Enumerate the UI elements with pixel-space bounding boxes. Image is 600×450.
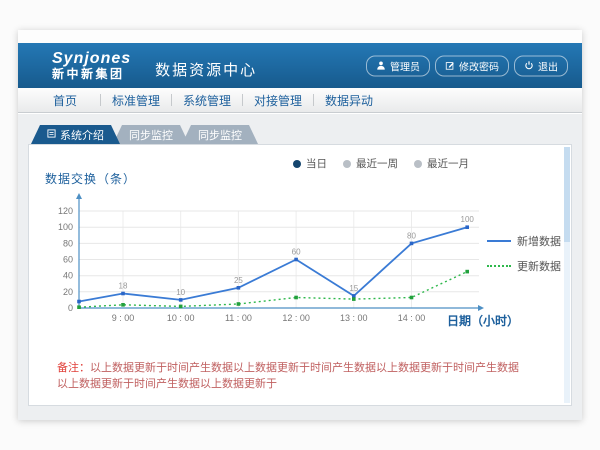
- page-title: 数据资源中心: [155, 51, 257, 80]
- user-menu-power-button[interactable]: 退出: [514, 55, 568, 76]
- svg-text:12 : 00: 12 : 00: [282, 313, 310, 323]
- svg-text:25: 25: [234, 276, 243, 285]
- filter-label: 最近一月: [427, 156, 469, 171]
- svg-text:60: 60: [63, 255, 73, 265]
- x-axis-title: 日期（小时）: [447, 312, 519, 329]
- svg-text:11 : 00: 11 : 00: [225, 313, 252, 323]
- power-icon: [524, 61, 534, 71]
- filter-label: 最近一周: [356, 156, 398, 171]
- tab-bar: 系统介绍 同步监控 同步监控: [31, 125, 251, 144]
- user-menu-user-button[interactable]: 管理员: [366, 55, 430, 76]
- svg-text:9 : 00: 9 : 00: [112, 313, 135, 323]
- svg-text:40: 40: [63, 271, 73, 281]
- legend-line-sample: [487, 240, 511, 242]
- legend-item-1: 新增数据: [487, 233, 561, 249]
- legend-item-2: 更新数据: [487, 258, 561, 274]
- user-menu: 管理员 修改密码 退出: [366, 55, 568, 76]
- content-area: 系统介绍 同步监控 同步监控 当日 最近一周 最近一月 数据交换（条） 0 20 40 60 8…: [18, 114, 582, 420]
- footnote: 备注：以上数据更新于时间产生数据以上数据更新于时间产生数据以上数据更新于时间产生…: [57, 359, 527, 391]
- svg-text:0: 0: [68, 303, 73, 313]
- tab-label: 同步监控: [198, 127, 242, 143]
- logo-subtext: 新中新集团: [52, 68, 131, 81]
- panel-scrollbar[interactable]: [564, 147, 570, 403]
- app-header: Synjones 新中新集团 数据资源中心 管理员 修改密码 退出: [18, 43, 582, 88]
- legend-label: 更新数据: [517, 258, 561, 274]
- legend-line-sample: [487, 265, 511, 267]
- y-axis-title: 数据交换（条）: [45, 170, 136, 187]
- svg-text:10: 10: [176, 288, 185, 297]
- svg-text:100: 100: [58, 222, 73, 232]
- svg-text:20: 20: [63, 287, 73, 297]
- user-menu-label: 管理员: [390, 58, 420, 73]
- legend-label: 新增数据: [517, 233, 561, 249]
- tab-label: 同步监控: [129, 127, 173, 143]
- nav-item-3[interactable]: 系统管理: [172, 92, 242, 109]
- filter-option-1[interactable]: 当日: [293, 156, 327, 171]
- svg-text:13 : 00: 13 : 00: [340, 313, 368, 323]
- filter-option-3[interactable]: 最近一月: [414, 156, 469, 171]
- footnote-label: 备注：: [57, 362, 90, 374]
- chart-panel: 当日 最近一周 最近一月 数据交换（条） 0 20 40 60 80 100 120 9 : 00…: [28, 144, 572, 406]
- chart-legend: 新增数据更新数据: [487, 233, 561, 274]
- svg-text:120: 120: [58, 206, 73, 216]
- edit-icon: [445, 61, 455, 71]
- radio-icon[interactable]: [293, 160, 301, 168]
- window-top-strip: [18, 30, 582, 43]
- svg-text:10 : 00: 10 : 00: [167, 313, 195, 323]
- tab-2[interactable]: 同步监控: [113, 125, 189, 144]
- radio-icon[interactable]: [343, 160, 351, 168]
- app-window: Synjones 新中新集团 数据资源中心 管理员修改密码退出 首页标准管理系统…: [18, 30, 582, 420]
- user-icon: [376, 61, 386, 71]
- tab-3[interactable]: 同步监控: [182, 125, 258, 144]
- filter-label: 当日: [306, 156, 327, 171]
- svg-text:60: 60: [292, 248, 301, 257]
- tab-label: 系统介绍: [60, 127, 104, 143]
- svg-text:100: 100: [461, 215, 475, 224]
- user-menu-label: 修改密码: [459, 58, 499, 73]
- svg-text:18: 18: [119, 282, 128, 291]
- radio-icon[interactable]: [414, 160, 422, 168]
- scrollbar-thumb[interactable]: [564, 147, 570, 242]
- company-logo: Synjones 新中新集团: [52, 51, 131, 80]
- document-icon: [47, 129, 56, 141]
- footnote-text: 以上数据更新于时间产生数据以上数据更新于时间产生数据以上数据更新于时间产生数据以…: [57, 362, 519, 390]
- nav-item-4[interactable]: 对接管理: [243, 92, 313, 109]
- user-menu-label: 退出: [538, 58, 558, 73]
- nav-item-1[interactable]: 首页: [30, 92, 100, 109]
- logo-text: Synjones: [52, 51, 131, 68]
- svg-text:15: 15: [349, 284, 358, 293]
- nav-item-2[interactable]: 标准管理: [101, 92, 171, 109]
- filter-option-2[interactable]: 最近一周: [343, 156, 398, 171]
- nav-item-5[interactable]: 数据异动: [314, 92, 384, 109]
- main-nav: 首页标准管理系统管理对接管理数据异动: [18, 88, 582, 113]
- svg-text:80: 80: [407, 231, 416, 240]
- date-filter-group: 当日 最近一周 最近一月: [293, 156, 469, 171]
- line-chart: 0 20 40 60 80 100 120 9 : 00 10 : 00 11 : 00 12 : …: [39, 189, 506, 335]
- tab-1[interactable]: 系统介绍: [31, 125, 120, 144]
- svg-text:80: 80: [63, 238, 73, 248]
- user-menu-edit-button[interactable]: 修改密码: [435, 55, 509, 76]
- svg-text:14 : 00: 14 : 00: [398, 313, 426, 323]
